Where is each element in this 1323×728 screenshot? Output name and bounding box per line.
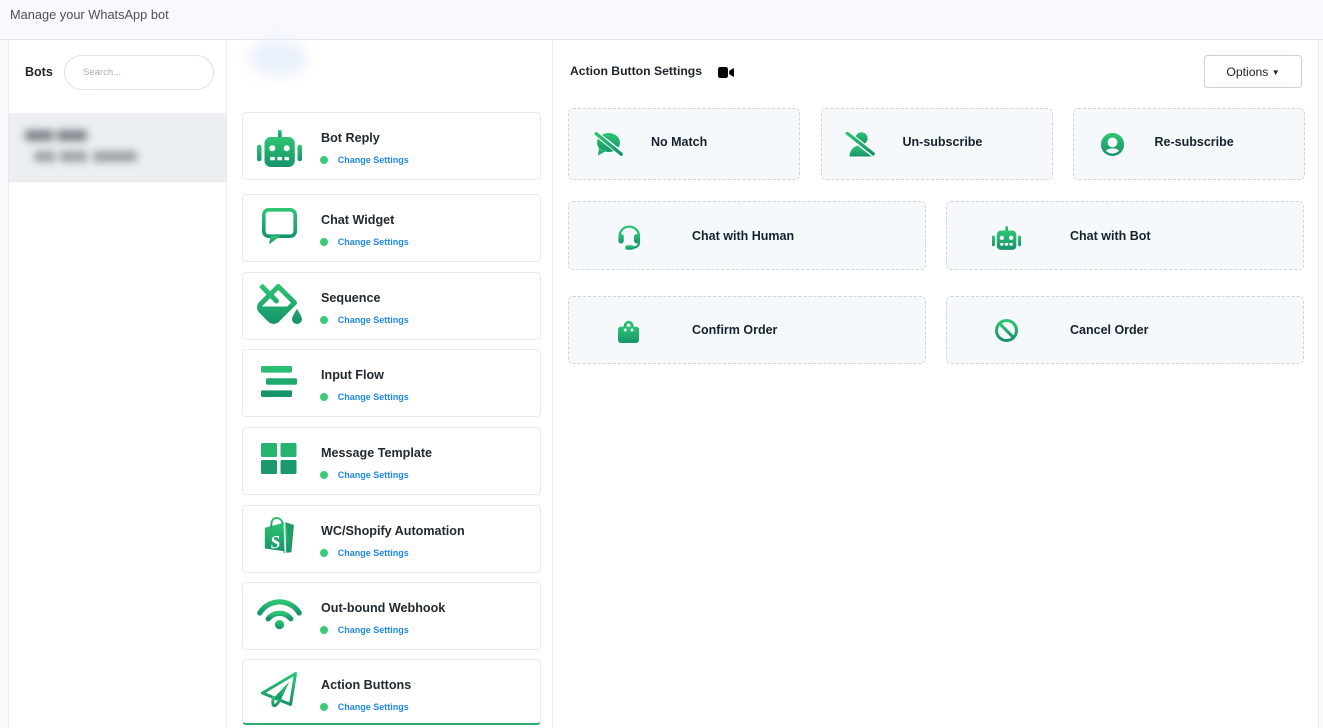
svg-text:S: S [269, 532, 281, 553]
